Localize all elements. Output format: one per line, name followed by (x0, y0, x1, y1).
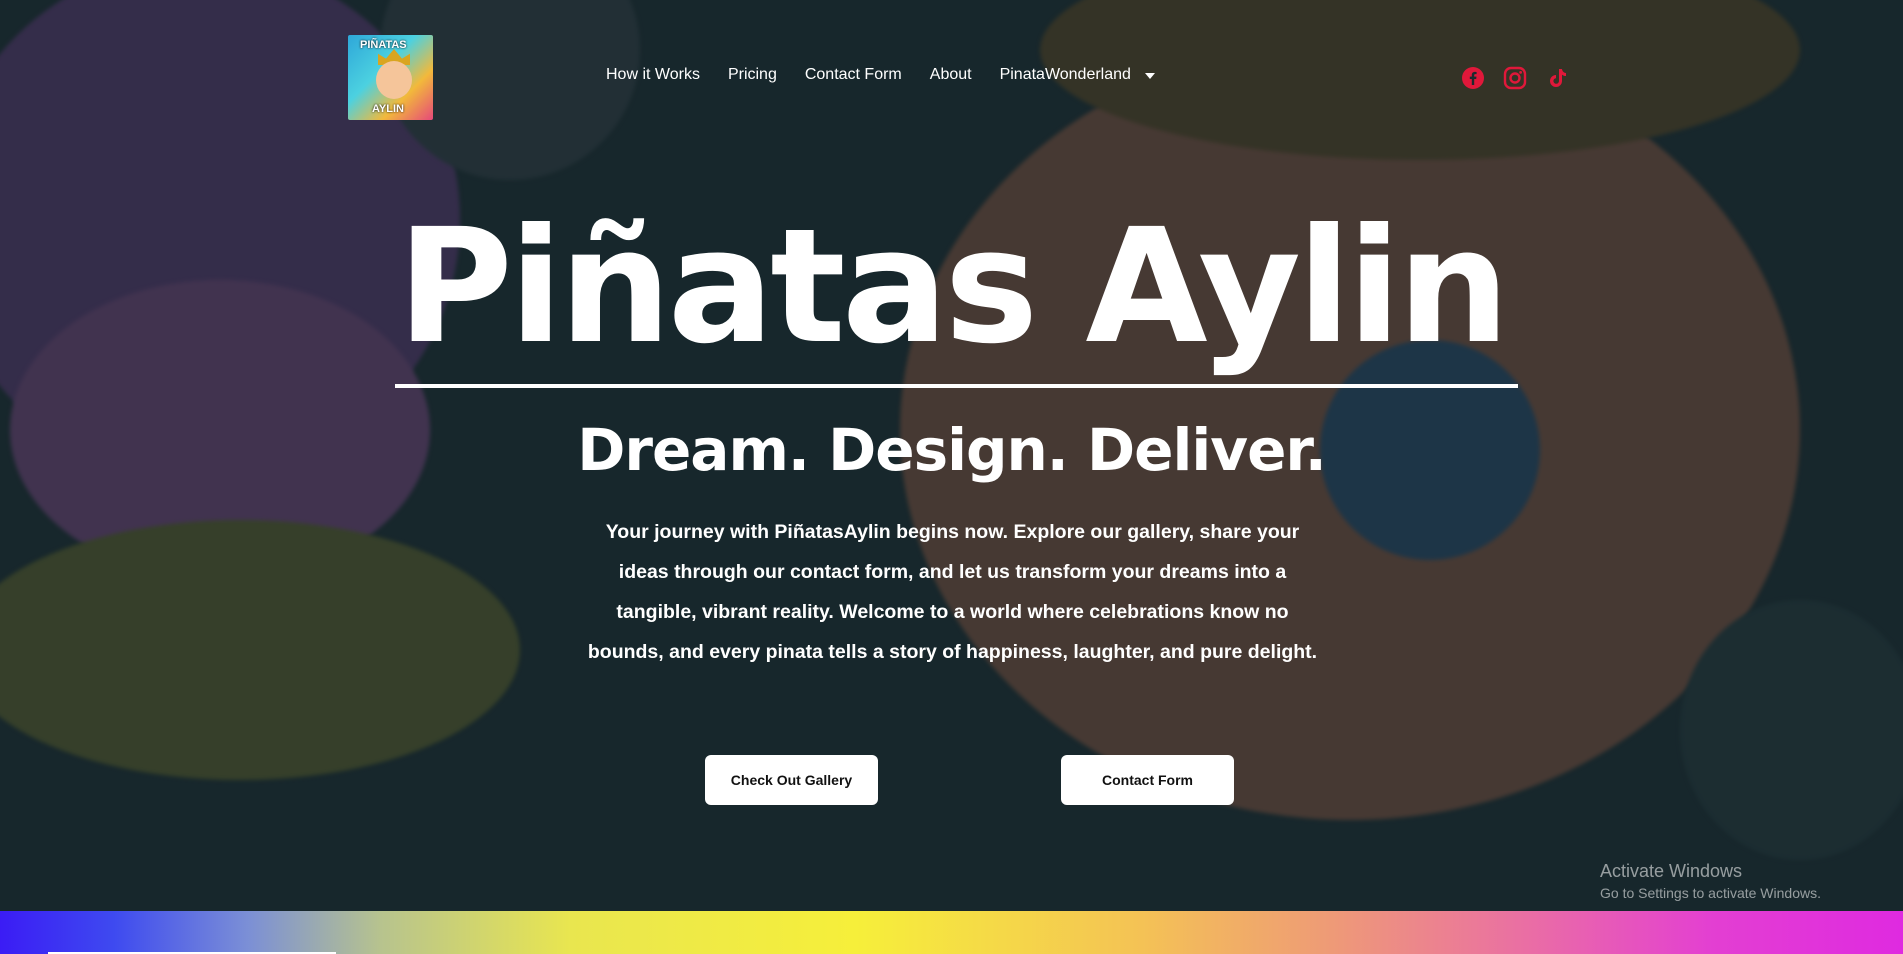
mascot-face (376, 61, 412, 99)
logo-text-top: PIÑATAS (360, 39, 407, 51)
chevron-down-icon[interactable] (1144, 73, 1155, 79)
hero-description: Your journey with PiñatasAylin begins no… (587, 521, 1318, 663)
nav-pinatawonderland-dropdown[interactable]: PinataWonderland (1000, 66, 1155, 84)
hero-tagline: Dream. Design. Deliver. (577, 416, 1327, 484)
watermark-title: Activate Windows (1600, 861, 1743, 881)
nav-pinatawonderland[interactable]: PinataWonderland (1000, 66, 1131, 84)
windows-activation-watermark: Activate Windows Go to Settings to activ… (1600, 861, 1821, 901)
logo-text-bottom: AYLIN (372, 103, 404, 115)
nav-how-it-works[interactable]: How it Works (606, 66, 700, 84)
main-navigation: How it Works Pricing Contact Form About … (606, 66, 1155, 84)
nav-about[interactable]: About (930, 66, 972, 84)
instagram-icon[interactable] (1503, 66, 1527, 90)
title-underline (395, 384, 1518, 388)
nav-contact-form[interactable]: Contact Form (805, 66, 902, 84)
brand-logo[interactable]: PIÑATAS AYLIN (348, 35, 433, 120)
contact-form-button[interactable]: Contact Form (1061, 755, 1234, 805)
tiktok-icon[interactable] (1545, 66, 1569, 90)
facebook-icon[interactable] (1461, 66, 1485, 90)
hero-title: Piñatas Aylin (397, 195, 1510, 379)
nav-pricing[interactable]: Pricing (728, 66, 777, 84)
rainbow-gradient-band (0, 911, 1903, 954)
check-out-gallery-button[interactable]: Check Out Gallery (705, 755, 878, 805)
watermark-subtitle: Go to Settings to activate Windows. (1600, 885, 1821, 901)
